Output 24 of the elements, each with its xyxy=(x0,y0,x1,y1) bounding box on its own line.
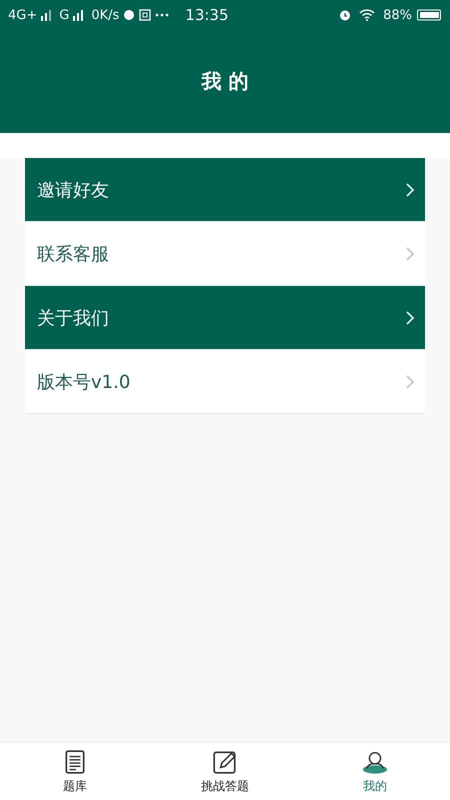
alarm-icon xyxy=(339,9,352,21)
pencil-icon xyxy=(212,748,238,774)
more-icon xyxy=(155,13,170,17)
chevron-icon xyxy=(405,310,415,326)
battery-percent: 88% xyxy=(383,8,412,22)
chevron-icon xyxy=(405,374,415,390)
wifi-icon xyxy=(359,9,376,21)
app-icon xyxy=(139,9,152,21)
tab[interactable]: 题库 xyxy=(0,743,150,800)
network-label: 4G+ xyxy=(8,8,38,22)
menu-item[interactable]: 版本号v1.0 xyxy=(25,350,425,414)
network-speed: 0K/s xyxy=(91,8,120,22)
menu-item[interactable]: 联系客服 xyxy=(25,222,425,286)
chevron-icon xyxy=(405,182,415,198)
battery-icon xyxy=(416,9,442,21)
network-label: G xyxy=(59,8,70,22)
tab[interactable]: 我的 xyxy=(300,743,450,800)
menu-item[interactable]: 邀请好友 xyxy=(25,158,425,222)
clock-time: 13:35 xyxy=(185,6,229,24)
page-title: 我 的 xyxy=(202,68,248,95)
chevron-icon xyxy=(405,246,415,262)
menu-item[interactable]: 关于我们 xyxy=(25,286,425,350)
tab[interactable]: 挑战答题 xyxy=(150,743,300,800)
planet-icon xyxy=(123,9,136,21)
